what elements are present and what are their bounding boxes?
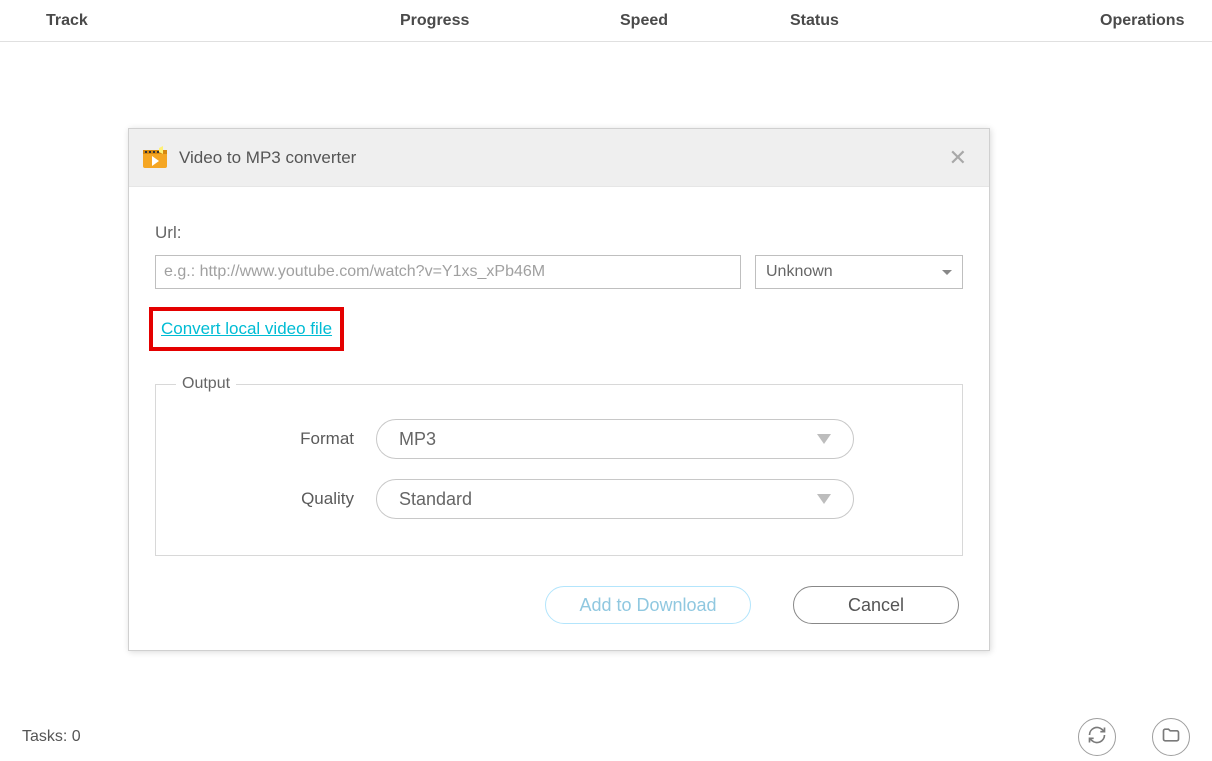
column-header-track: Track — [0, 12, 400, 30]
chevron-down-icon — [817, 434, 831, 444]
chevron-down-icon — [817, 494, 831, 504]
highlight-annotation: Convert local video file — [149, 307, 344, 351]
source-select[interactable]: Unknown — [755, 255, 963, 289]
column-header-operations: Operations — [990, 12, 1212, 30]
convert-local-file-link[interactable]: Convert local video file — [161, 319, 332, 338]
dialog-titlebar: Video to MP3 converter ✕ — [129, 129, 989, 187]
app-icon — [139, 142, 171, 174]
column-header-status: Status — [790, 12, 990, 30]
url-label: Url: — [155, 223, 963, 243]
status-bar: Tasks: 0 — [0, 713, 1212, 761]
refresh-button[interactable] — [1078, 718, 1116, 756]
quality-select-value: Standard — [399, 489, 472, 510]
close-icon[interactable]: ✕ — [945, 141, 971, 175]
folder-icon — [1161, 725, 1181, 750]
table-header: Track Progress Speed Status Operations — [0, 0, 1212, 42]
chevron-down-icon — [942, 270, 952, 275]
source-select-value: Unknown — [766, 263, 833, 281]
open-folder-button[interactable] — [1152, 718, 1190, 756]
format-label: Format — [176, 429, 376, 449]
tasks-count: Tasks: 0 — [22, 728, 81, 746]
output-legend: Output — [176, 375, 236, 393]
column-header-progress: Progress — [400, 12, 620, 30]
refresh-icon — [1087, 725, 1107, 750]
cancel-button[interactable]: Cancel — [793, 586, 959, 624]
video-to-mp3-dialog: Video to MP3 converter ✕ Url: Unknown Co… — [128, 128, 990, 651]
format-select[interactable]: MP3 — [376, 419, 854, 459]
add-to-download-button[interactable]: Add to Download — [545, 586, 751, 624]
quality-select[interactable]: Standard — [376, 479, 854, 519]
quality-label: Quality — [176, 489, 376, 509]
format-select-value: MP3 — [399, 429, 436, 450]
url-input[interactable] — [155, 255, 741, 289]
dialog-body: Url: Unknown Convert local video file Ou… — [129, 187, 989, 650]
column-header-speed: Speed — [620, 12, 790, 30]
dialog-title: Video to MP3 converter — [179, 148, 356, 168]
output-fieldset: Output Format MP3 Quality Standard — [155, 375, 963, 556]
